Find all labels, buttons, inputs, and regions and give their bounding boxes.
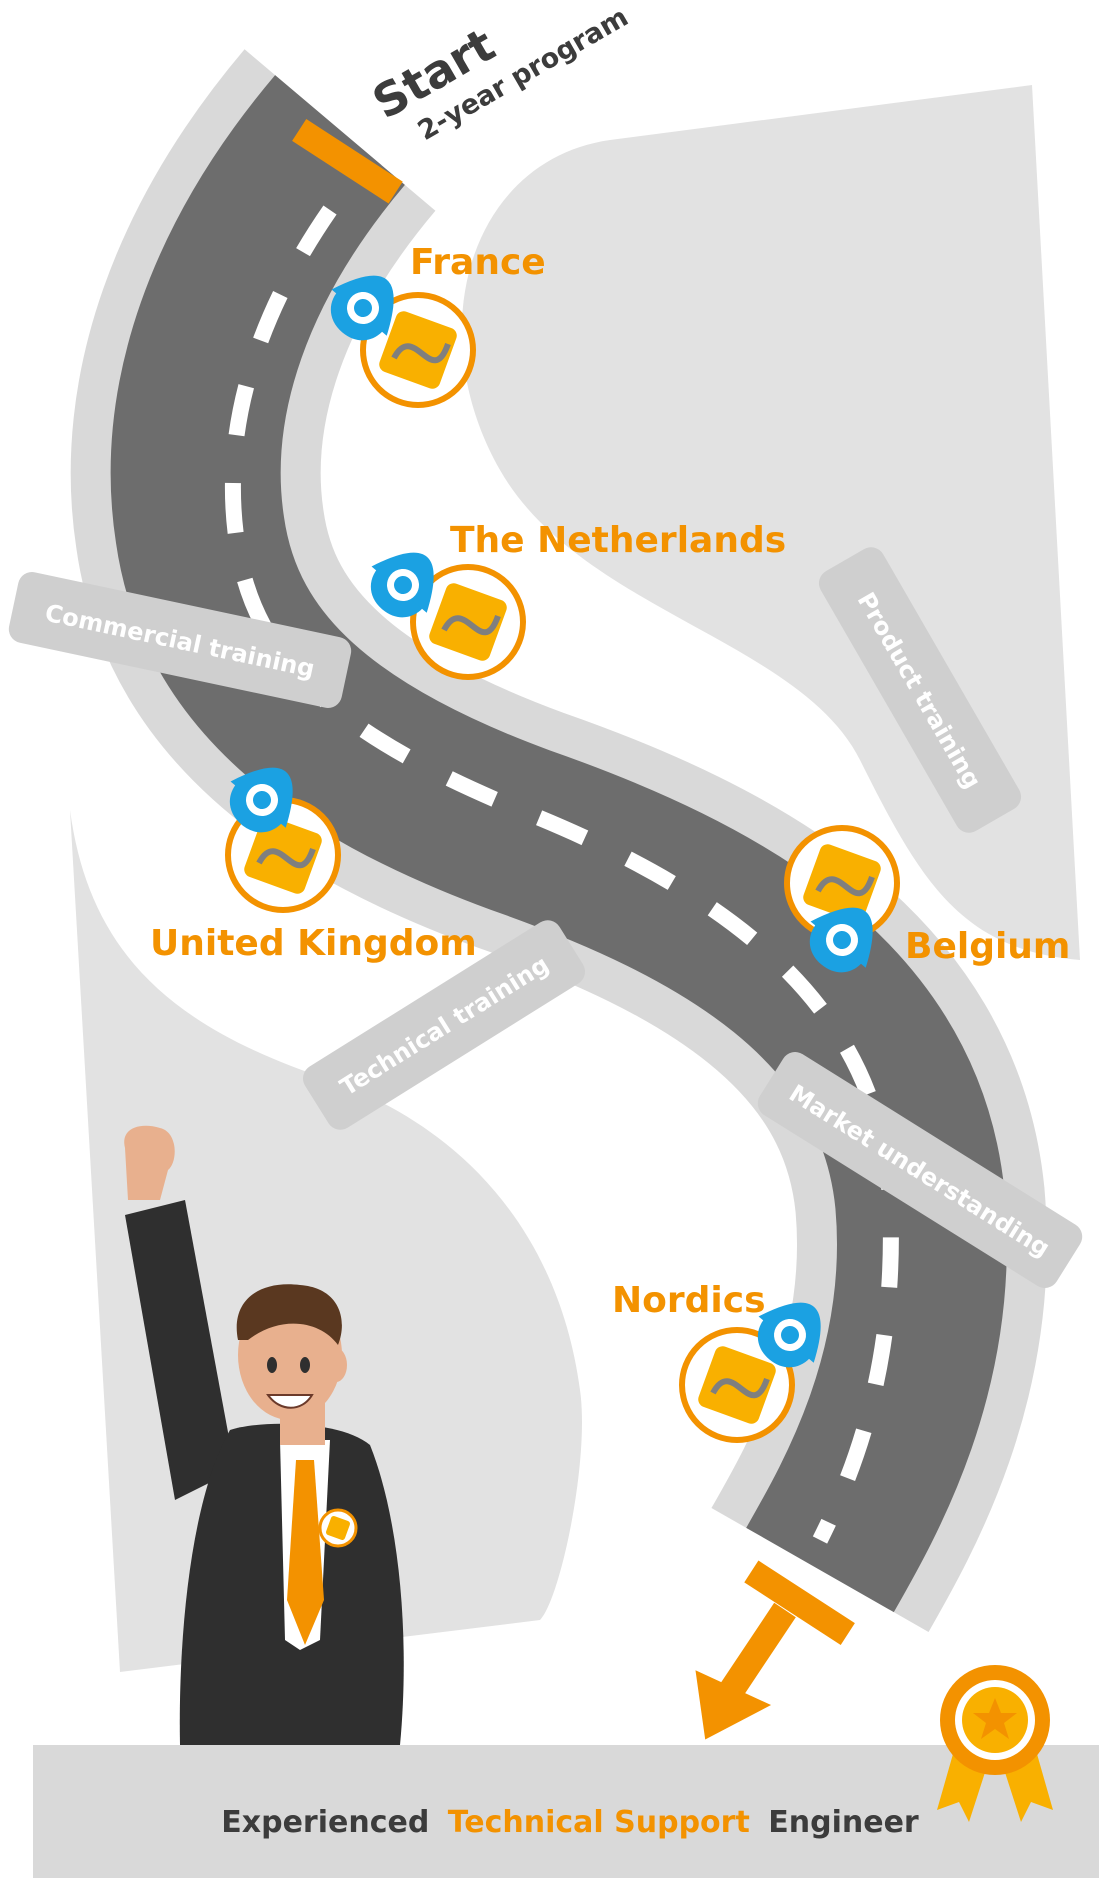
- location-label-belgium: Belgium: [905, 926, 1070, 967]
- down-arrow-icon: [695, 1602, 796, 1740]
- result-highlight: Technical Support: [448, 1805, 750, 1840]
- career-roadmap-illustration: Start 2-year program France The Netherla…: [8, 2, 1099, 1878]
- location-label-netherlands: The Netherlands: [450, 520, 786, 561]
- result-prefix: Experienced: [221, 1805, 429, 1840]
- location-label-nordics: Nordics: [612, 1280, 766, 1321]
- training-label-technical: Technical training: [335, 950, 554, 1101]
- result-suffix: Engineer: [768, 1805, 919, 1840]
- company-logo-icon: [318, 1508, 358, 1548]
- location-label-france: France: [410, 242, 546, 283]
- start-label: Start 2-year program: [364, 2, 634, 147]
- result-title: Experienced Technical Support Engineer: [221, 1805, 919, 1840]
- location-label-united-kingdom: United Kingdom: [150, 923, 477, 964]
